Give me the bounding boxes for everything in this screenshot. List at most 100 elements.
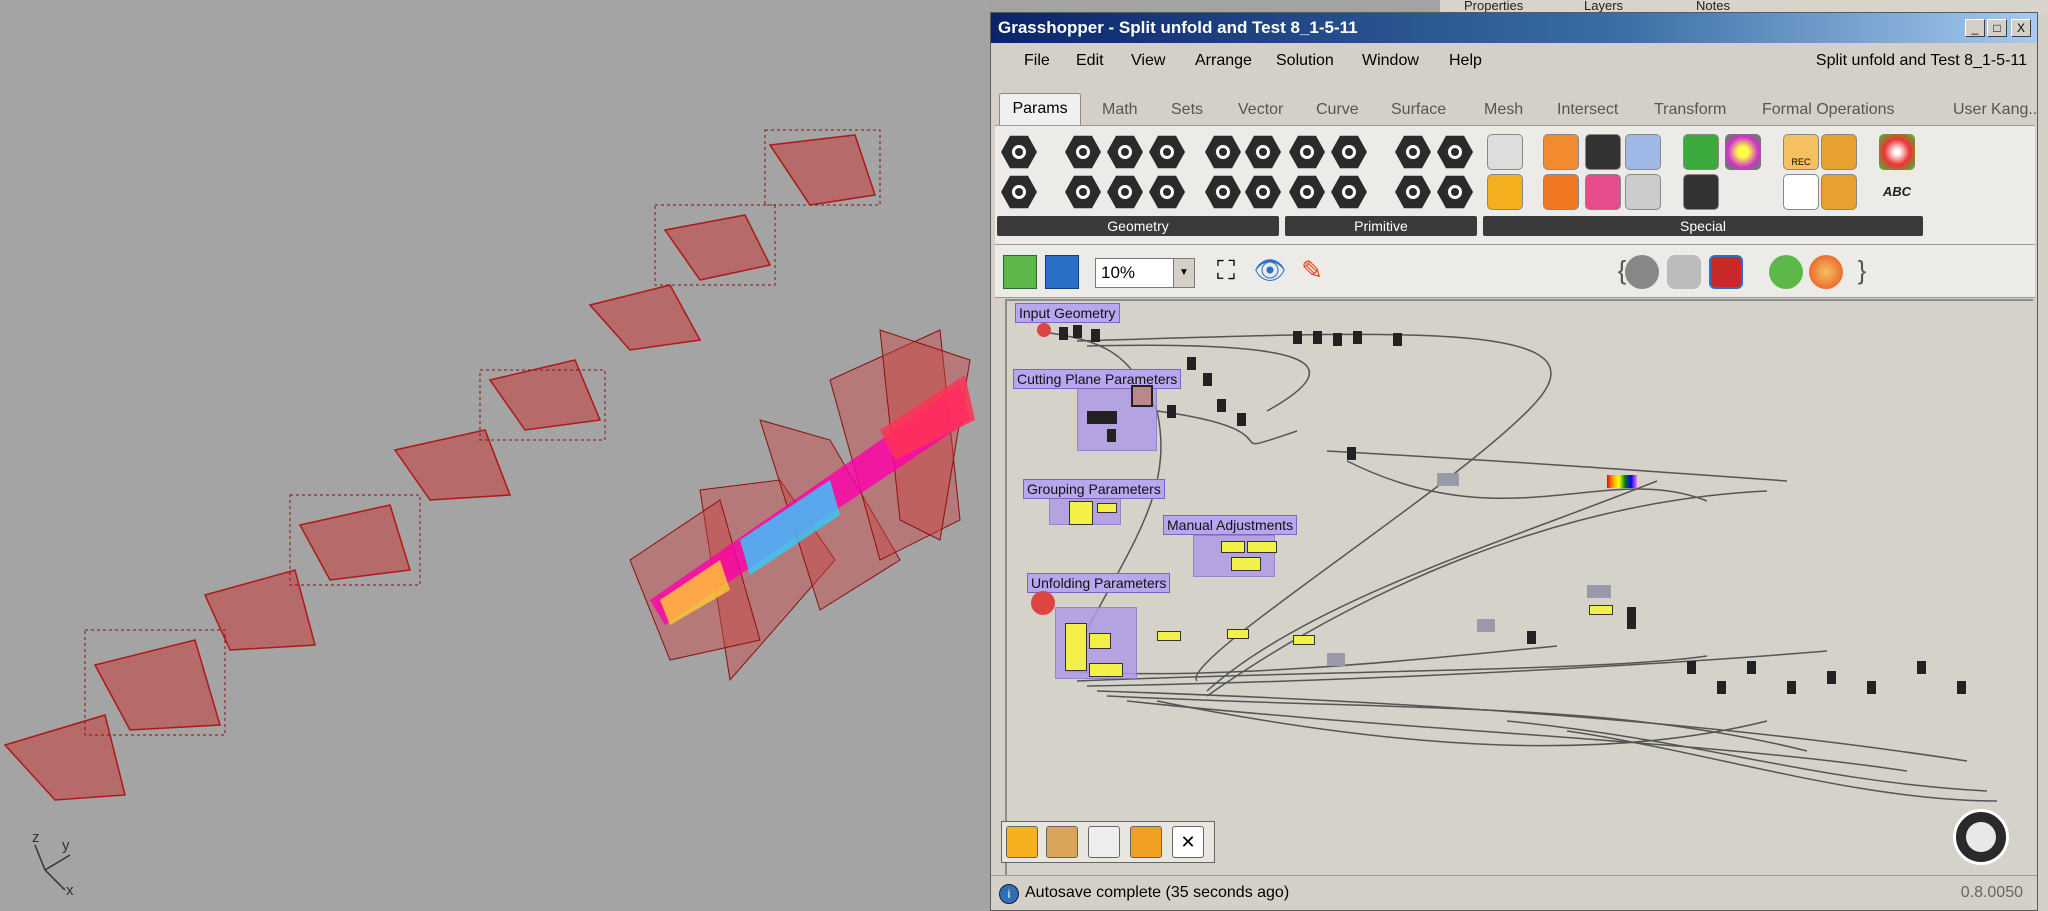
preview-mesh-icon[interactable] (1769, 255, 1803, 289)
tab-sets[interactable]: Sets (1171, 101, 1203, 119)
graph-mapper-icon[interactable] (1585, 134, 1621, 170)
preview-material-icon[interactable] (1809, 255, 1843, 289)
string-param-icon[interactable] (1331, 175, 1367, 209)
menu-help[interactable]: Help (1449, 52, 1482, 70)
panel-node[interactable] (1221, 541, 1245, 553)
menu-arrange[interactable]: Arrange (1195, 52, 1252, 70)
menu-file[interactable]: File (1024, 52, 1050, 70)
tab-vector[interactable]: Vector (1238, 101, 1283, 119)
brep-param-icon[interactable] (1205, 135, 1241, 169)
component-node[interactable] (1917, 661, 1926, 674)
group-widget-icon[interactable] (1006, 826, 1038, 858)
menu-solution[interactable]: Solution (1276, 52, 1334, 70)
tab-formal-operations[interactable]: Formal Operations (1762, 101, 1895, 119)
tab-math[interactable]: Math (1102, 101, 1138, 119)
grasshopper-canvas[interactable]: Input Geometry Cutting Plane Parameters … (1005, 299, 2033, 877)
expression-icon[interactable] (1783, 174, 1819, 210)
component-node[interactable] (1827, 671, 1836, 684)
tab-surface[interactable]: Surface (1391, 101, 1446, 119)
tab-transform[interactable]: Transform (1654, 101, 1726, 119)
tab-intersect[interactable]: Intersect (1557, 101, 1618, 119)
component-node[interactable] (1353, 331, 1362, 344)
group-param-icon[interactable] (1245, 175, 1281, 209)
panel-node[interactable] (1157, 631, 1181, 641)
group-label-manual-adjustments[interactable]: Manual Adjustments (1163, 515, 1298, 535)
component-node[interactable] (1167, 405, 1176, 418)
domain-param-icon[interactable] (1437, 135, 1473, 169)
group-label-grouping[interactable]: Grouping Parameters (1023, 479, 1165, 499)
panel-label-primitive[interactable]: Primitive (1285, 216, 1477, 236)
component-node[interactable] (1091, 329, 1100, 342)
navigation-compass[interactable] (1953, 809, 2009, 865)
component-node[interactable] (1437, 473, 1459, 486)
component-node[interactable] (1787, 681, 1796, 694)
component-node[interactable] (1087, 411, 1117, 424)
line-param-icon[interactable] (1065, 175, 1101, 209)
integer-param-icon[interactable] (1289, 175, 1325, 209)
cluster-widget-icon[interactable] (1046, 826, 1078, 858)
close-button[interactable]: X (2011, 19, 2031, 37)
param-viewer-icon[interactable] (1683, 174, 1719, 210)
sketch-icon[interactable]: ✎ (1295, 255, 1329, 289)
panel-label-special[interactable]: Special (1483, 216, 1923, 236)
shader-param-icon[interactable] (1395, 175, 1431, 209)
input-node-red[interactable] (1037, 323, 1051, 337)
open-file-icon[interactable] (1003, 255, 1037, 289)
boolean-param-icon[interactable] (1289, 135, 1325, 169)
component-node[interactable] (1073, 325, 1082, 338)
component-node[interactable] (1059, 327, 1068, 340)
panel-label-geometry[interactable]: Geometry (997, 216, 1279, 236)
component-node[interactable] (1203, 373, 1212, 386)
gate-icon[interactable] (1543, 174, 1579, 210)
data-recorder-icon[interactable]: REC (1783, 134, 1819, 170)
data-dam-icon[interactable] (1487, 134, 1523, 170)
colour-swatch-icon[interactable] (1725, 134, 1761, 170)
curve-param-icon[interactable] (1107, 175, 1143, 209)
component-node[interactable] (1957, 681, 1966, 694)
interval-param-icon[interactable] (1395, 135, 1431, 169)
component-node[interactable] (1747, 661, 1756, 674)
panel-node[interactable] (1097, 503, 1117, 513)
panel-node[interactable] (1589, 605, 1613, 615)
chevron-down-icon[interactable]: ▼ (1173, 259, 1194, 287)
group-label-input-geometry[interactable]: Input Geometry (1015, 303, 1120, 323)
component-node[interactable] (1627, 607, 1636, 629)
menu-window[interactable]: Window (1362, 52, 1419, 70)
preview-selected-icon[interactable] (1709, 255, 1743, 289)
matrix-param-icon[interactable] (1437, 175, 1473, 209)
mesh-param-icon[interactable] (1149, 135, 1185, 169)
value-list-icon[interactable] (1821, 174, 1857, 210)
zoom-extents-icon[interactable]: ⛶ (1209, 255, 1243, 289)
quick-graph-icon[interactable] (1821, 134, 1857, 170)
number-param-icon[interactable] (1331, 135, 1367, 169)
panel-node[interactable] (1293, 635, 1315, 645)
preview-wire-icon[interactable] (1625, 255, 1659, 289)
preview-eye-icon[interactable]: 👁 (1253, 255, 1287, 289)
md-slider-icon[interactable] (1625, 134, 1661, 170)
rhino-viewport[interactable]: z y x (0, 0, 990, 911)
group-label-cutting-plane[interactable]: Cutting Plane Parameters (1013, 369, 1182, 389)
component-node[interactable] (1107, 429, 1116, 442)
bezier-icon[interactable] (1585, 174, 1621, 210)
tab-user[interactable]: User (1953, 101, 1987, 119)
component-node[interactable] (1333, 333, 1342, 346)
panel-node[interactable] (1069, 501, 1093, 525)
minimize-button[interactable]: _ (1965, 19, 1985, 37)
colour-wheel-icon[interactable] (1879, 134, 1915, 170)
panel-node[interactable] (1247, 541, 1277, 553)
centre-widget-icon[interactable] (1130, 826, 1162, 858)
geometry-param-icon[interactable] (1001, 135, 1037, 169)
component-node[interactable] (1131, 385, 1153, 407)
component-node[interactable] (1477, 619, 1495, 632)
component-node[interactable] (1587, 585, 1611, 598)
component-node[interactable] (1347, 447, 1356, 460)
component-node[interactable] (1687, 661, 1696, 674)
circle-param-icon[interactable] (1065, 135, 1101, 169)
image-sampler-icon[interactable] (1683, 134, 1719, 170)
save-file-icon[interactable] (1045, 255, 1079, 289)
zoom-select[interactable]: 10% ▼ (1095, 258, 1195, 288)
component-node[interactable] (1217, 399, 1226, 412)
component-node[interactable] (1527, 631, 1536, 644)
gradient-icon[interactable] (1543, 134, 1579, 170)
maximize-button[interactable]: □ (1987, 19, 2007, 37)
